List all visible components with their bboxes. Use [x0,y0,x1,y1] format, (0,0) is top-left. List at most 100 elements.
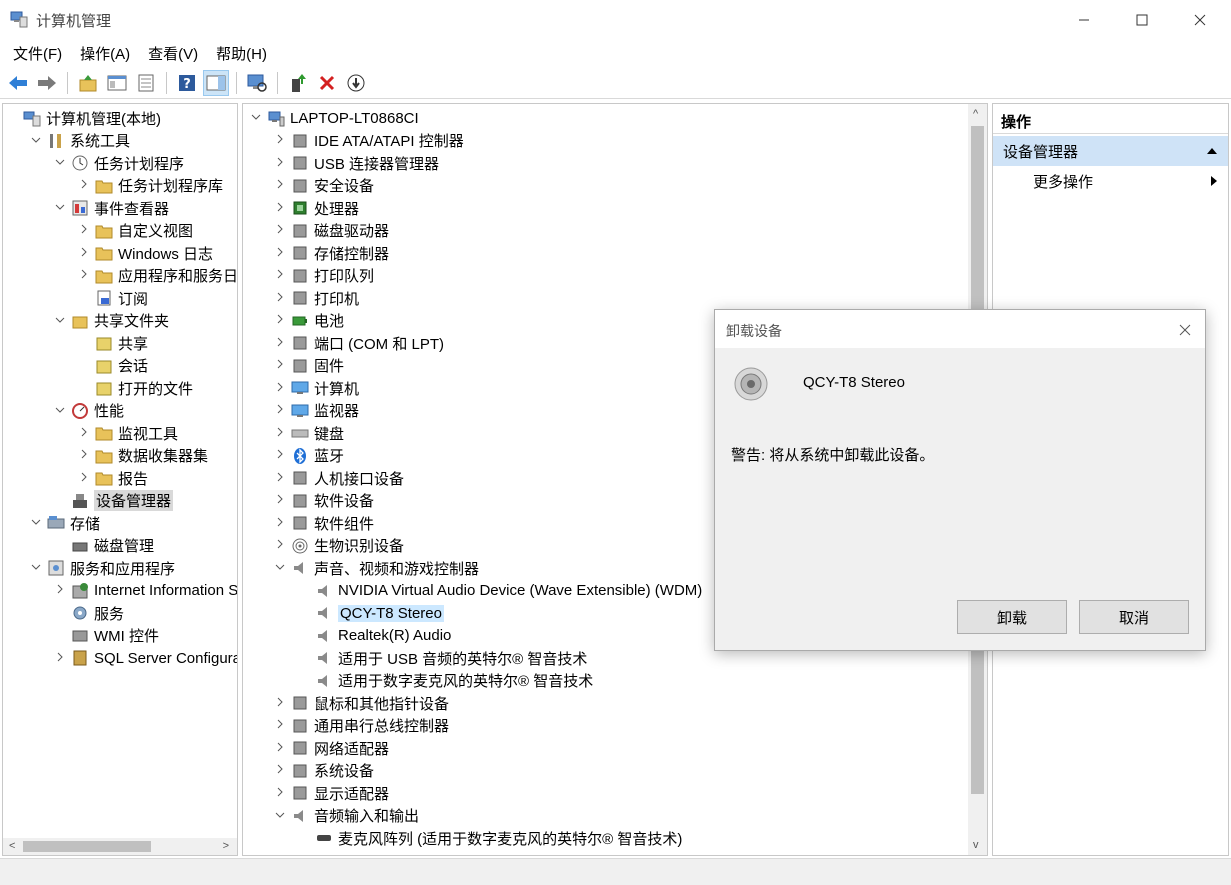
expand-arrow-icon[interactable] [273,494,287,507]
expand-arrow-icon[interactable] [273,314,287,327]
device-tree-item[interactable]: 显示适配器 [273,782,389,804]
nav-tree-item[interactable]: 计算机管理(本地) [5,107,161,129]
maximize-button[interactable] [1113,0,1171,40]
scroll-up-icon[interactable]: ^ [973,108,978,120]
show-hide-tree-button[interactable] [104,70,130,96]
nav-tree-item[interactable]: 打开的文件 [77,377,193,399]
collapse-arrow-icon[interactable] [53,315,67,327]
nav-tree-item[interactable]: 会话 [77,355,148,377]
expand-arrow-icon[interactable] [273,292,287,305]
nav-tree-item[interactable]: 共享文件夹 [53,310,169,332]
back-button[interactable] [5,70,31,96]
scrollbar-thumb[interactable] [23,841,151,852]
device-tree-item[interactable]: 安全设备 [273,175,374,197]
expand-arrow-icon[interactable] [273,179,287,192]
nav-tree-item[interactable]: 应用程序和服务日志 [77,265,237,287]
nav-tree-item[interactable]: 服务和应用程序 [29,557,175,579]
collapse-arrow-icon[interactable] [53,157,67,169]
nav-tree-item[interactable]: Windows 日志 [77,242,213,264]
device-tree-item[interactable]: NVIDIA Virtual Audio Device (Wave Extens… [297,580,702,602]
nav-tree-item[interactable]: Internet Information Se [53,580,237,602]
nav-tree-item[interactable]: 性能 [53,400,124,422]
device-tree-item[interactable]: 键盘 [273,422,344,444]
device-tree-item[interactable]: 网络适配器 [273,737,389,759]
expand-arrow-icon[interactable] [273,404,287,417]
expand-arrow-icon[interactable] [77,224,91,237]
collapse-arrow-icon[interactable] [53,202,67,214]
collapse-arrow-icon[interactable] [29,562,43,574]
navigation-tree-pane[interactable]: 计算机管理(本地) 系统工具 任务计划程序 任务计划程序库 事件查看器 自定义视图 Wind… [2,103,238,856]
expand-arrow-icon[interactable] [53,584,67,597]
expand-arrow-icon[interactable] [77,247,91,260]
device-tree-item[interactable]: 打印队列 [273,265,374,287]
export-list-button[interactable] [133,70,159,96]
device-tree-item[interactable]: 鼠标和其他指针设备 [273,692,449,714]
expand-arrow-icon[interactable] [273,157,287,170]
expand-arrow-icon[interactable] [273,449,287,462]
expand-arrow-icon[interactable] [273,742,287,755]
nav-tree-item[interactable]: 监视工具 [77,422,178,444]
scroll-down-icon[interactable]: v [973,839,979,851]
minimize-button[interactable] [1055,0,1113,40]
device-tree-item[interactable]: QCY-T8 Stereo [297,602,444,624]
menu-file[interactable]: 文件(F) [4,40,71,66]
device-tree-item[interactable]: 麦克风阵列 (适用于数字麦克风的英特尔® 智音技术) [297,827,682,849]
expand-arrow-icon[interactable] [273,382,287,395]
menu-help[interactable]: 帮助(H) [207,40,276,66]
horizontal-scrollbar[interactable]: < > [3,838,237,855]
action-pane-button[interactable] [203,69,229,96]
scroll-right-icon[interactable]: > [223,840,229,852]
device-tree-item[interactable]: 固件 [273,355,344,377]
expand-arrow-icon[interactable] [273,337,287,350]
forward-button[interactable] [34,70,60,96]
nav-tree-item[interactable]: 任务计划程序库 [77,175,223,197]
nav-tree-item[interactable]: 服务 [53,602,124,624]
collapse-arrow-icon[interactable] [273,810,287,822]
expand-arrow-icon[interactable] [273,202,287,215]
nav-tree-item[interactable]: 磁盘管理 [53,535,154,557]
disable-device-button[interactable] [343,70,369,96]
expand-arrow-icon[interactable] [273,517,287,530]
device-tree-item[interactable]: 适用于 USB 音频的英特尔® 智音技术 [297,647,587,669]
device-tree-item[interactable]: 软件设备 [273,490,374,512]
device-tree-item[interactable]: 系统设备 [273,760,374,782]
device-tree-item[interactable]: 软件组件 [273,512,374,534]
collapse-up-icon[interactable] [1206,147,1218,155]
nav-tree-item[interactable]: 报告 [77,467,148,489]
collapse-arrow-icon[interactable] [249,112,263,124]
nav-tree-item[interactable]: 自定义视图 [77,220,193,242]
update-driver-button[interactable] [285,70,311,96]
scan-hardware-button[interactable] [244,70,270,96]
nav-tree-item[interactable]: 设备管理器 [53,490,174,512]
menu-view[interactable]: 查看(V) [139,40,207,66]
collapse-arrow-icon[interactable] [29,135,43,147]
device-tree-item[interactable]: 电池 [273,310,344,332]
nav-tree-item[interactable]: 任务计划程序 [53,152,184,174]
device-tree-item[interactable]: Realtek(R) Audio [297,625,451,647]
more-actions-item[interactable]: 更多操作 [993,168,1228,194]
close-button[interactable] [1171,0,1229,40]
scroll-left-icon[interactable]: < [9,840,15,852]
device-tree-item[interactable]: 声音、视频和游戏控制器 [273,557,479,579]
expand-arrow-icon[interactable] [273,539,287,552]
expand-arrow-icon[interactable] [273,787,287,800]
dialog-close-button[interactable] [1173,318,1197,342]
expand-arrow-icon[interactable] [273,472,287,485]
expand-arrow-icon[interactable] [273,764,287,777]
actions-section-device-manager[interactable]: 设备管理器 [993,136,1228,166]
device-tree-item[interactable]: LAPTOP-LT0868CI [249,107,419,129]
nav-tree-item[interactable]: 系统工具 [29,130,130,152]
expand-arrow-icon[interactable] [77,449,91,462]
nav-tree-item[interactable]: 订阅 [77,287,148,309]
device-tree-item[interactable]: USB 连接器管理器 [273,152,439,174]
uninstall-button[interactable] [314,70,340,96]
device-tree-item[interactable]: 通用串行总线控制器 [273,715,449,737]
expand-arrow-icon[interactable] [53,652,67,665]
collapse-arrow-icon[interactable] [273,562,287,574]
device-tree-item[interactable]: IDE ATA/ATAPI 控制器 [273,130,464,152]
expand-arrow-icon[interactable] [77,179,91,192]
menu-action[interactable]: 操作(A) [71,40,139,66]
uninstall-confirm-button[interactable]: 卸载 [957,600,1067,634]
device-tree-item[interactable]: 蓝牙 [273,445,344,467]
nav-tree-item[interactable]: 数据收集器集 [77,445,208,467]
